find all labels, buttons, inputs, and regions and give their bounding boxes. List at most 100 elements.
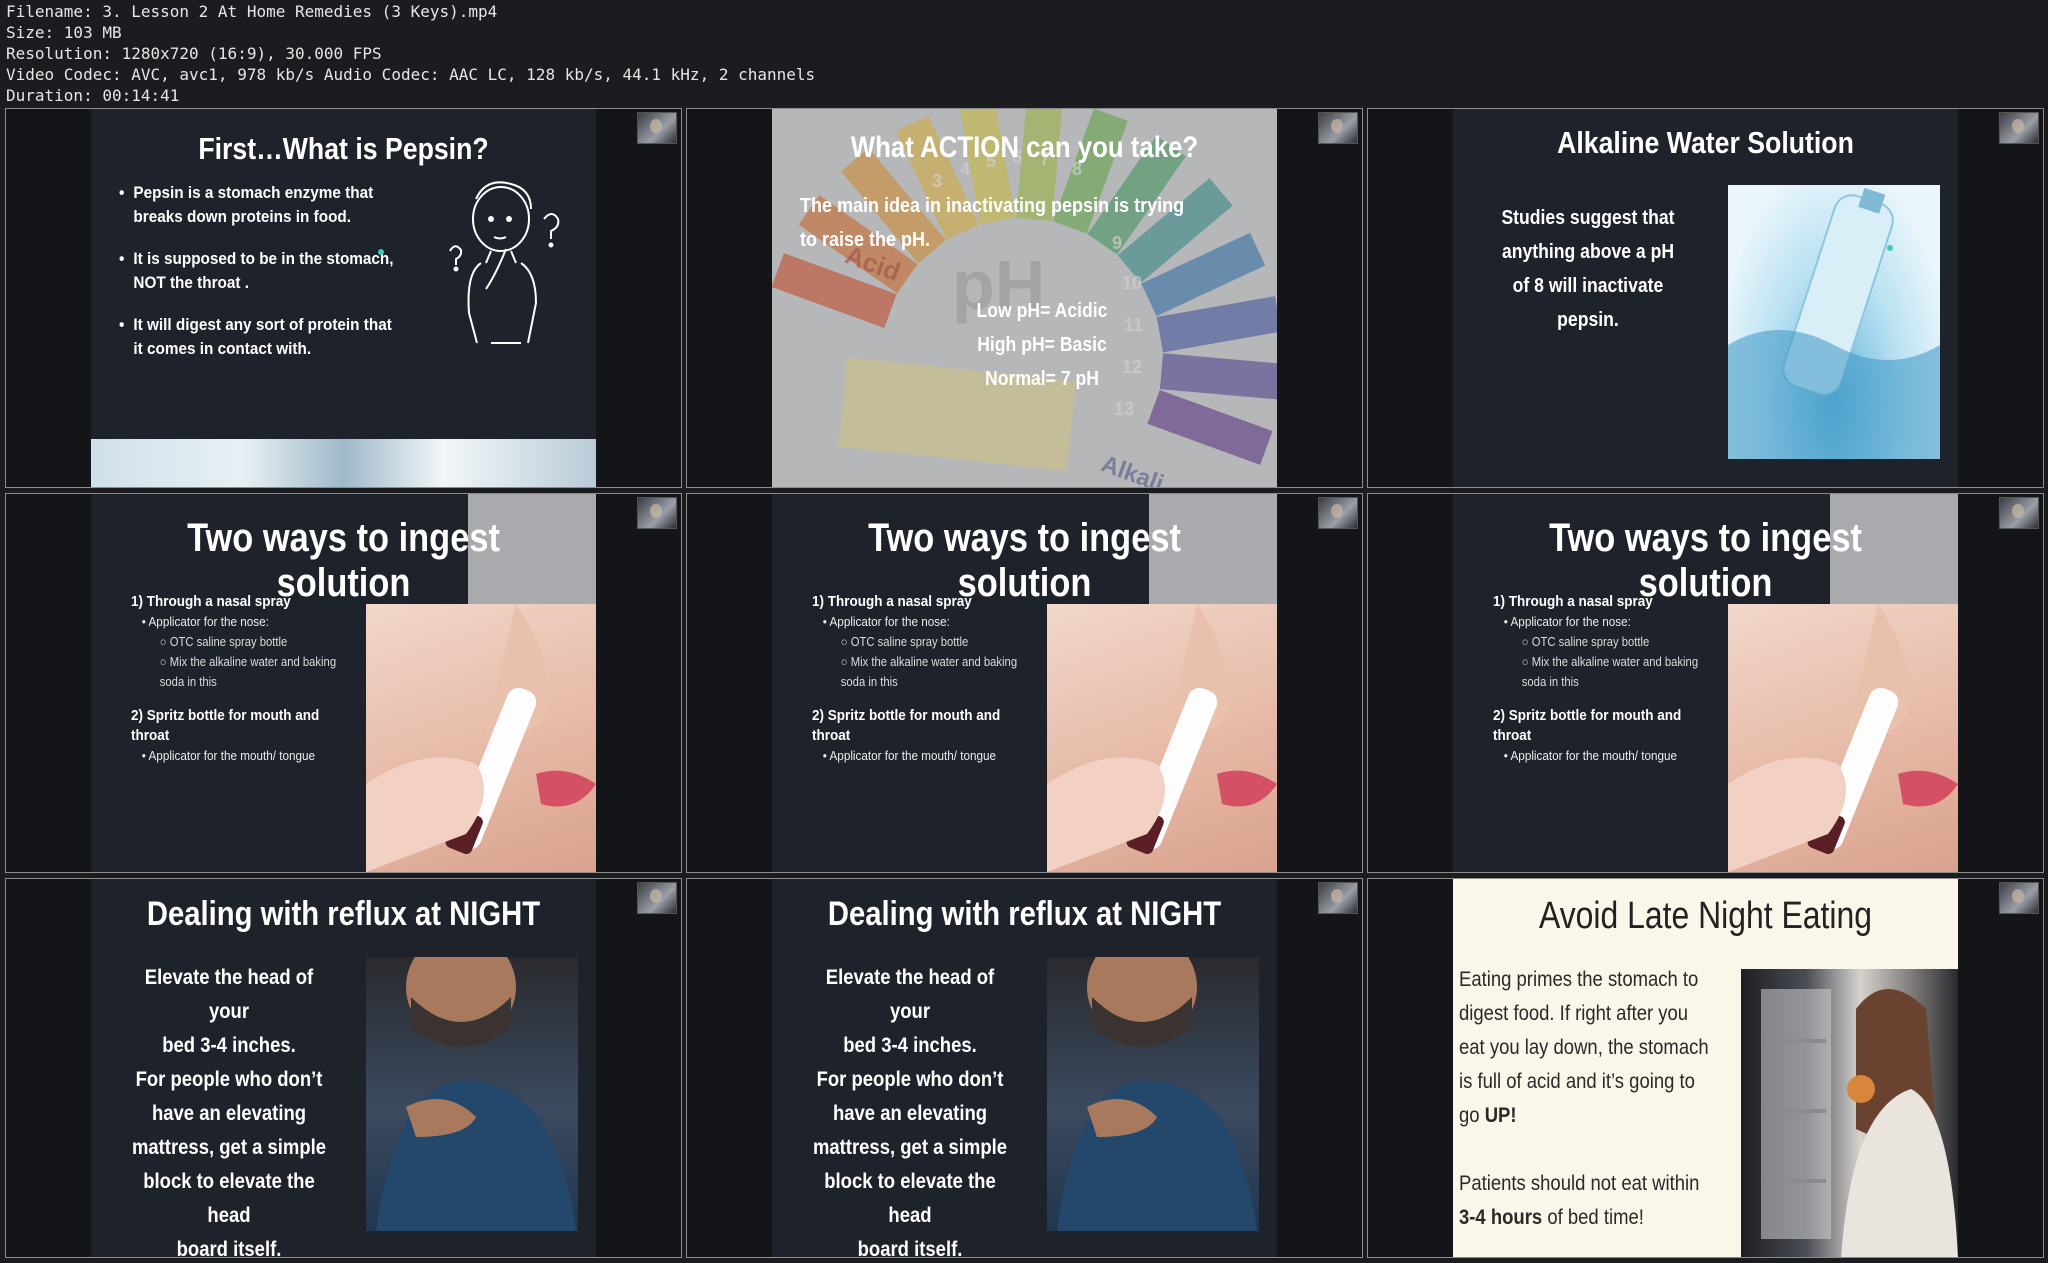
thumbnail-7[interactable]: Dealing with reflux at NIGHT Elevate the…: [5, 878, 682, 1258]
thumbnail-6[interactable]: Two ways to ingest solution 1) Through a…: [1367, 493, 2044, 873]
webcam-overlay: [1999, 497, 2039, 529]
saline-bottle: ○ OTC saline spray bottle: [840, 635, 969, 649]
teal-dot: [378, 249, 384, 255]
late-line: Patients should not eat within: [1459, 1172, 1700, 1195]
late-line: is full of acid and it’s going to: [1459, 1070, 1695, 1093]
webcam-overlay: [1318, 882, 1358, 914]
man-heartburn-photo: [366, 957, 578, 1231]
pepsin-bullets: Pepsin is a stomach enzyme that breaks d…: [119, 181, 435, 379]
slide-title: First…What is Pepsin?: [198, 131, 489, 166]
blurred-lab-image: [91, 439, 596, 487]
late-go-text: go: [1459, 1104, 1485, 1127]
webcam-overlay: [637, 882, 677, 914]
slide-ingest: Two ways to ingest solution 1) Through a…: [1453, 494, 1958, 872]
thumbnail-9[interactable]: Avoid Late Night Eating Eating primes th…: [1367, 878, 2044, 1258]
webcam-overlay: [1318, 112, 1358, 144]
spritz-heading: 2) Spritz bottle for mouth and throat: [812, 707, 1001, 744]
late-up-text: UP!: [1484, 1104, 1517, 1127]
slide-title: Avoid Late Night Eating: [1538, 895, 1873, 937]
slide-title: Dealing with reflux at NIGHT: [827, 895, 1222, 933]
nasal-spray-photo: [1047, 604, 1277, 872]
late-body: Eating primes the stomach to digest food…: [1459, 963, 1709, 1235]
slide-title: Two ways to ingest solution: [868, 516, 1181, 605]
night-line: For people who don’t: [816, 1068, 1004, 1091]
thumbnail-1[interactable]: First…What is Pepsin? Pepsin is a stomac…: [5, 108, 682, 488]
slide-night: Dealing with reflux at NIGHT Elevate the…: [772, 879, 1277, 1257]
night-line: Elevate the head of your: [825, 966, 995, 1023]
mix-instruction: ○ Mix the alkaline water and baking soda…: [159, 655, 337, 689]
mouth-applicator: • Applicator for the mouth/ tongue: [1503, 748, 1678, 763]
high-ph-text: High pH= Basic: [977, 334, 1107, 356]
night-body: Elevate the head of your bed 3-4 inches.…: [804, 961, 1015, 1257]
mouth-applicator: • Applicator for the mouth/ tongue: [141, 748, 316, 763]
mix-instruction: ○ Mix the alkaline water and baking soda…: [1521, 655, 1699, 689]
saline-bottle-text: OTC saline spray bottle: [169, 635, 288, 649]
alkaline-body: Studies suggest that anything above a pH…: [1501, 207, 1675, 331]
webcam-overlay: [637, 497, 677, 529]
low-ph-text: Low pH= Acidic: [976, 300, 1108, 322]
night-line: bed 3-4 inches.: [162, 1034, 296, 1057]
ingest-list: 1) Through a nasal spray • Applicator fo…: [131, 592, 371, 766]
webcam-overlay: [1999, 112, 2039, 144]
thumbnail-8[interactable]: Dealing with reflux at NIGHT Elevate the…: [686, 878, 1363, 1258]
nose-applicator-text: Applicator for the nose:: [148, 614, 269, 629]
late-line-hours: 3-4 hours of bed time!: [1459, 1201, 1697, 1235]
resolution-text: Resolution: 1280x720 (16:9), 30.000 FPS: [6, 44, 382, 63]
night-line: mattress, get a simple: [812, 1136, 1008, 1159]
slide-pepsin: First…What is Pepsin? Pepsin is a stomac…: [91, 109, 596, 487]
bullet-item: It will digest any sort of protein that …: [119, 313, 403, 361]
saline-bottle-text: OTC saline spray bottle: [850, 635, 969, 649]
slide-ingest: Two ways to ingest solution 1) Through a…: [91, 494, 596, 872]
webcam-overlay: [637, 112, 677, 144]
nose-applicator: • Applicator for the nose:: [141, 614, 269, 629]
webcam-overlay: [1318, 497, 1358, 529]
bullet-item: Pepsin is a stomach enzyme that breaks d…: [119, 181, 403, 229]
thumbnail-2[interactable]: Acid Alkali pH 3 4 5 6 7 8 9 10 11 12 13: [686, 108, 1363, 488]
slide-title: Dealing with reflux at NIGHT: [146, 895, 541, 933]
slide-alkaline-water: Alkaline Water Solution Studies suggest …: [1453, 109, 1958, 487]
saline-bottle: ○ OTC saline spray bottle: [159, 635, 288, 649]
fridge-eating-photo: [1741, 969, 1958, 1257]
night-line: have an elevating: [151, 1102, 307, 1125]
nose-applicator-text: Applicator for the nose:: [1510, 614, 1631, 629]
normal-ph-text: Normal= 7 pH: [985, 368, 1099, 390]
night-line: For people who don’t: [135, 1068, 323, 1091]
thumbnail-5[interactable]: Two ways to ingest solution 1) Through a…: [686, 493, 1363, 873]
slide-title: Two ways to ingest solution: [187, 516, 500, 605]
saline-bottle: ○ OTC saline spray bottle: [1521, 635, 1650, 649]
mix-instruction: ○ Mix the alkaline water and baking soda…: [840, 655, 1018, 689]
mouth-applicator-text: Applicator for the mouth/ tongue: [829, 748, 997, 763]
late-line: eat you lay down, the stomach: [1459, 1036, 1709, 1059]
ingest-list: 1) Through a nasal spray • Applicator fo…: [812, 592, 1052, 766]
thumbnail-3[interactable]: Alkaline Water Solution Studies suggest …: [1367, 108, 2044, 488]
nose-applicator-text: Applicator for the nose:: [829, 614, 950, 629]
slide-title: Two ways to ingest solution: [1549, 516, 1862, 605]
mouth-applicator: • Applicator for the mouth/ tongue: [822, 748, 997, 763]
thinking-person-illustration: [449, 181, 560, 344]
slide-ingest: Two ways to ingest solution 1) Through a…: [772, 494, 1277, 872]
spritz-heading: 2) Spritz bottle for mouth and throat: [1493, 707, 1682, 744]
mouth-applicator-text: Applicator for the mouth/ tongue: [1510, 748, 1678, 763]
mouth-applicator-text: Applicator for the mouth/ tongue: [148, 748, 316, 763]
webcam-overlay: [1999, 882, 2039, 914]
nose-applicator: • Applicator for the nose:: [1503, 614, 1631, 629]
duration-text: Duration: 00:14:41: [6, 86, 180, 105]
ingest-list: 1) Through a nasal spray • Applicator fo…: [1493, 592, 1733, 766]
thumbnail-grid: First…What is Pepsin? Pepsin is a stomac…: [0, 108, 2048, 1260]
night-line: bed 3-4 inches.: [843, 1034, 977, 1057]
night-line: mattress, get a simple: [131, 1136, 327, 1159]
filename-text: Filename: 3. Lesson 2 At Home Remedies (…: [6, 2, 498, 21]
water-bottle-photo: [1728, 185, 1940, 459]
night-line: board itself.: [857, 1238, 963, 1257]
mix-instruction-text: Mix the alkaline water and baking soda i…: [840, 655, 1018, 689]
late-hours-bold: 3-4 hours: [1459, 1206, 1543, 1229]
ph-main-idea: The main idea in inactivating pepsin is …: [800, 195, 1185, 251]
nasal-spray-photo: [1728, 604, 1958, 872]
late-line: Eating primes the stomach to: [1459, 968, 1699, 991]
teal-dot: [1887, 245, 1893, 251]
slide-late-night-eating: Avoid Late Night Eating Eating primes th…: [1453, 879, 1958, 1257]
slide-action: Acid Alkali pH 3 4 5 6 7 8 9 10 11 12 13: [772, 109, 1277, 487]
man-heartburn-photo: [1047, 957, 1259, 1231]
night-body: Elevate the head of your bed 3-4 inches.…: [123, 961, 334, 1257]
thumbnail-4[interactable]: Two ways to ingest solution 1) Through a…: [5, 493, 682, 873]
